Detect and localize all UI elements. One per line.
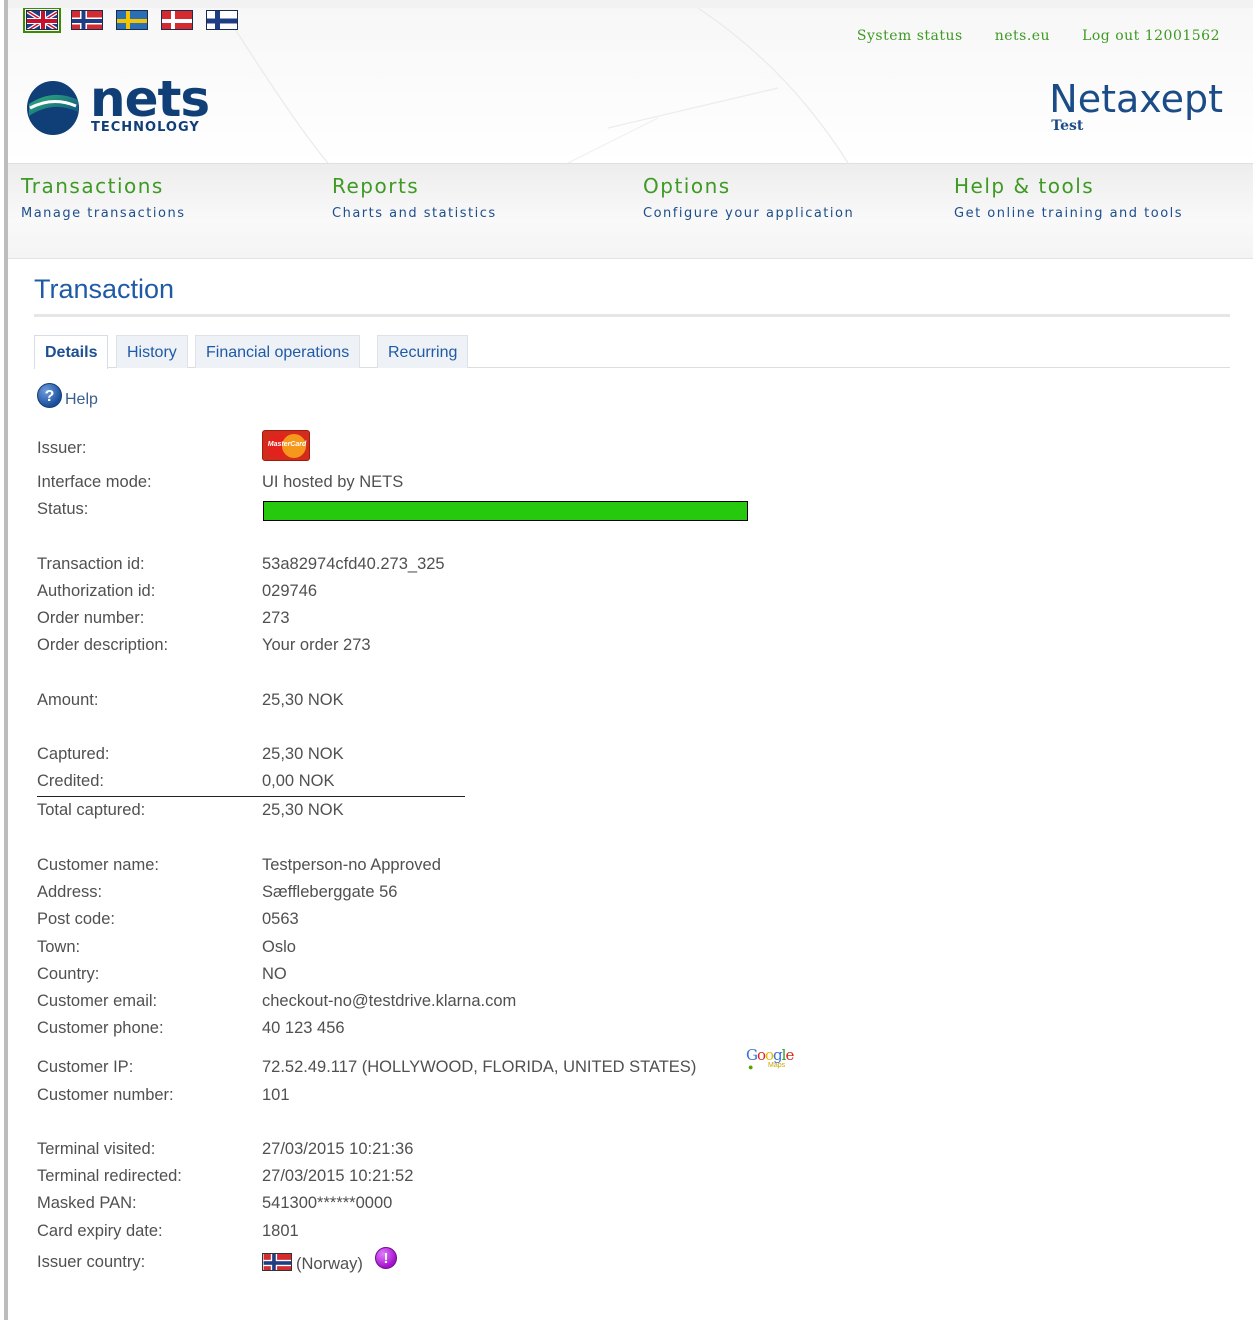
nav-subtitle[interactable]: Get online training and tools [954, 206, 1183, 221]
credited-value: 0,00 NOK [262, 772, 335, 790]
interface-mode-label: Interface mode: [37, 473, 152, 491]
nav-title[interactable]: Help & tools [954, 174, 1183, 198]
captured-label: Captured: [37, 745, 110, 763]
terminal-redirected-label: Terminal redirected: [37, 1167, 182, 1185]
flag-uk-icon[interactable] [23, 8, 61, 33]
address-label: Address: [37, 883, 103, 901]
town-label: Town: [37, 938, 81, 956]
credited-label: Credited: [37, 772, 104, 790]
tab-financial-operations[interactable]: Financial operations [195, 335, 361, 368]
issuer-country-value: (Norway) [296, 1255, 363, 1273]
header: System status nets.eu Log out 12001562 n… [8, 8, 1253, 163]
warning-exclamation-icon[interactable]: ! [375, 1247, 397, 1269]
nav-title[interactable]: Transactions [21, 174, 185, 198]
help-link[interactable]: ? Help [37, 381, 98, 409]
captured-value: 25,30 NOK [262, 745, 344, 763]
issuer-country-label: Issuer country: [37, 1253, 146, 1271]
tab-details[interactable]: Details [34, 335, 109, 369]
top-links: System status nets.eu Log out 12001562 [857, 28, 1220, 44]
help-question-icon[interactable]: ? [37, 382, 62, 408]
nets-eu-link[interactable]: nets.eu [995, 28, 1050, 44]
transaction-id-value: 53a82974cfd40.273_325 [262, 555, 445, 573]
flag-denmark-icon[interactable] [161, 10, 193, 30]
page-title: Transaction [34, 274, 175, 304]
status-progress-bar [263, 501, 748, 521]
card-expiry-label: Card expiry date: [37, 1222, 163, 1240]
country-label: Country: [37, 965, 100, 983]
nav-title[interactable]: Options [643, 174, 854, 198]
tab-recurring[interactable]: Recurring [377, 335, 469, 368]
environment-label: Test [1051, 118, 1084, 134]
technology-label: TECHNOLOGY [91, 120, 200, 135]
nets-logo-mark-icon [27, 81, 79, 135]
customer-name-value: Testperson-no Approved [262, 856, 441, 874]
mastercard-icon: MasterCard [262, 430, 310, 461]
customer-name-label: Customer name: [37, 856, 159, 874]
netaxept-title: Netaxept [1049, 77, 1223, 121]
maps-label: Maps [768, 1062, 786, 1069]
issuer-label: Issuer: [37, 439, 87, 457]
customer-number-value: 101 [262, 1086, 290, 1104]
google-maps-link[interactable]: Google ● Maps [746, 1046, 798, 1074]
order-description-value: Your order 273 [262, 636, 371, 654]
transaction-id-label: Transaction id: [37, 555, 145, 573]
nav-subtitle[interactable]: Configure your application [643, 206, 854, 221]
nav-options[interactable]: Options Configure your application [643, 174, 854, 221]
map-pin-icon: ● [748, 1062, 754, 1072]
customer-phone-value: 40 123 456 [262, 1019, 345, 1037]
logout-link[interactable]: Log out 12001562 [1082, 28, 1220, 44]
nav-title[interactable]: Reports [332, 174, 497, 198]
post-code-value: 0563 [262, 910, 299, 928]
total-captured-label: Total captured: [37, 801, 146, 819]
customer-ip-label: Customer IP: [37, 1058, 134, 1076]
terminal-redirected-value: 27/03/2015 10:21:52 [262, 1167, 414, 1185]
nav-subtitle[interactable]: Charts and statistics [332, 206, 497, 221]
title-divider [34, 314, 1230, 317]
town-value: Oslo [262, 938, 296, 956]
flag-sweden-icon[interactable] [116, 10, 148, 30]
address-value: Sæffleberggate 56 [262, 883, 398, 901]
help-label[interactable]: Help [65, 391, 98, 409]
interface-mode-value: UI hosted by NETS [262, 473, 404, 491]
main-navigation: Transactions Manage transactions Reports… [8, 163, 1253, 259]
top-strip [8, 0, 1253, 8]
language-selector [23, 8, 238, 33]
customer-email-label: Customer email: [37, 992, 158, 1010]
post-code-label: Post code: [37, 910, 115, 928]
nets-logo[interactable]: nets TECHNOLOGY [26, 70, 210, 136]
customer-phone-label: Customer phone: [37, 1019, 164, 1037]
masked-pan-label: Masked PAN: [37, 1194, 137, 1212]
nav-subtitle[interactable]: Manage transactions [21, 206, 185, 221]
status-progress-fill [264, 502, 747, 520]
order-description-label: Order description: [37, 636, 169, 654]
order-number-value: 273 [262, 609, 290, 627]
authorization-id-value: 029746 [262, 582, 318, 600]
total-captured-value: 25,30 NOK [262, 801, 344, 819]
tab-history[interactable]: History [116, 335, 188, 368]
nav-reports[interactable]: Reports Charts and statistics [332, 174, 497, 221]
country-value: NO [262, 965, 287, 983]
amount-value: 25,30 NOK [262, 691, 344, 709]
nav-transactions[interactable]: Transactions Manage transactions [21, 174, 185, 221]
mastercard-text: MasterCard [267, 441, 307, 448]
system-status-link[interactable]: System status [857, 28, 963, 44]
flag-finland-icon[interactable] [206, 10, 238, 30]
netaxept-logo: Netaxept Test [1049, 77, 1223, 134]
card-expiry-value: 1801 [262, 1222, 299, 1240]
authorization-id-label: Authorization id: [37, 582, 156, 600]
terminal-visited-label: Terminal visited: [37, 1140, 156, 1158]
status-label: Status: [37, 500, 89, 518]
flag-norway-icon[interactable] [71, 10, 103, 30]
norway-flag-icon [262, 1253, 292, 1271]
total-divider [37, 796, 465, 797]
order-number-label: Order number: [37, 609, 145, 627]
customer-email-value: checkout-no@testdrive.klarna.com [262, 992, 517, 1010]
terminal-visited-value: 27/03/2015 10:21:36 [262, 1140, 414, 1158]
amount-label: Amount: [37, 691, 99, 709]
customer-number-label: Customer number: [37, 1086, 174, 1104]
nav-help-tools[interactable]: Help & tools Get online training and too… [954, 174, 1183, 221]
masked-pan-value: 541300******0000 [262, 1194, 393, 1212]
tab-bar: Details History Financial operations Rec… [34, 335, 1230, 369]
customer-ip-value: 72.52.49.117 (HOLLYWOOD, FLORIDA, UNITED… [262, 1058, 697, 1076]
